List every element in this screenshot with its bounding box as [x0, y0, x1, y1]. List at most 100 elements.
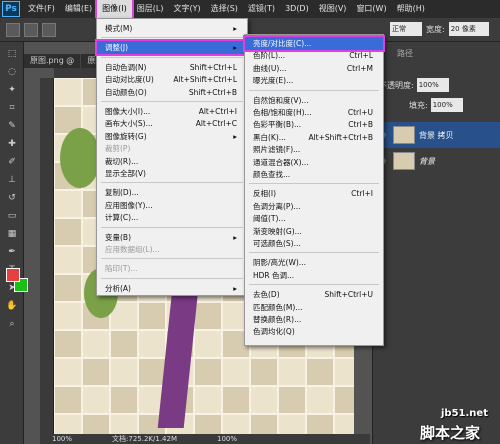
menu-item[interactable]: 可选颜色(S)...	[245, 237, 383, 250]
menu-item[interactable]: 色调均化(Q)	[245, 325, 383, 338]
crop-tool-icon[interactable]: ⌗	[4, 102, 20, 114]
menu-item[interactable]: 窗口(W)	[351, 0, 391, 18]
menu-item[interactable]: 显示全部(V)	[97, 167, 247, 180]
menu-item[interactable]: 自动颜色(O) Shift+Ctrl+B	[97, 86, 247, 99]
mode-select[interactable]: 正常	[390, 22, 422, 36]
layer-row[interactable]: ◉ 背景	[373, 148, 500, 174]
adjustments-submenu: 亮度/对比度(C)... 色阶(L)... Ctrl+L 曲线(U)... Ctrl+M…	[243, 34, 385, 346]
menu-item-label: 渐变映射(G)...	[253, 226, 302, 236]
puzzle-tile	[138, 302, 166, 330]
hand-tool-icon[interactable]: ✋	[4, 300, 20, 312]
menu-item[interactable]: 3D(D)	[280, 0, 314, 18]
menu-item[interactable]: 阴影/高光(W)...	[245, 256, 383, 269]
menu-item[interactable]: 自动色调(N) Shift+Ctrl+L	[97, 61, 247, 74]
menu-item[interactable]: 图层(L)	[132, 0, 169, 18]
menu-item[interactable]: 色相/饱和度(H)... Ctrl+U	[245, 106, 383, 119]
menu-item-label: 自动颜色(O)	[105, 87, 147, 97]
menu-item[interactable]: 计算(C)...	[97, 211, 247, 224]
menu-item[interactable]: 陷印(T)...	[97, 262, 247, 275]
menu-item-label: 通道混合器(X)...	[253, 157, 309, 167]
menu-item[interactable]: 自然饱和度(V)...	[245, 94, 383, 107]
puzzle-tile	[138, 330, 166, 358]
menu-item[interactable]: 阈值(T)...	[245, 212, 383, 225]
stamp-tool-icon[interactable]: ⊥	[4, 174, 20, 186]
menu-item[interactable]: 色调分离(P)...	[245, 200, 383, 213]
menu-item[interactable]: 帮助(H)	[392, 0, 430, 18]
menu-item[interactable]: 曝光度(E)...	[245, 74, 383, 87]
puzzle-tile	[82, 386, 110, 414]
menu-item[interactable]: 图像旋转(G) ▸	[97, 130, 247, 143]
menu-item[interactable]: 滤镜(T)	[243, 0, 280, 18]
menu-item[interactable]: 选择(S)	[206, 0, 243, 18]
status-bar: 100% 文档:725.2K/1.42M 100%	[40, 434, 370, 444]
image-menu-dropdown: 模式(M) ▸ 调整(J) ▸ 自动色调(N) Shift+Ctrl+L 自动对比度(U) A…	[95, 18, 249, 296]
menu-item[interactable]: 分析(A) ▸	[97, 282, 247, 295]
magic-wand-icon[interactable]: ✦	[4, 84, 20, 96]
menu-item[interactable]: 通道混合器(X)...	[245, 156, 383, 169]
zoom-tool-icon[interactable]: ⌕	[4, 318, 20, 330]
menu-item[interactable]: 色阶(L)... Ctrl+L	[245, 49, 383, 62]
watermark-text: 脚本之家	[420, 424, 481, 442]
menu-item-label: 色彩平衡(B)...	[253, 120, 302, 130]
menu-item[interactable]: 变量(B) ▸	[97, 231, 247, 244]
menu-item[interactable]: 编辑(E)	[60, 0, 97, 18]
menu-item-label: 去色(D)	[253, 290, 280, 300]
healing-brush-icon[interactable]: ✚	[4, 138, 20, 150]
menu-item[interactable]: 亮度/对比度(C)...	[243, 35, 385, 52]
menu-item[interactable]: 自动对比度(U) Alt+Shift+Ctrl+L	[97, 73, 247, 86]
menu-item[interactable]: 替换颜色(R)...	[245, 313, 383, 326]
menu-item[interactable]: 文件(F)	[23, 0, 60, 18]
opacity-input[interactable]: 100%	[416, 78, 449, 92]
layer-row[interactable]: ◉ 背景 拷贝	[373, 122, 500, 148]
menu-item[interactable]: 去色(D) Shift+Ctrl+U	[245, 288, 383, 301]
menu-item[interactable]: HDR 色调...	[245, 269, 383, 282]
menu-item[interactable]: 照片滤镜(F)...	[245, 143, 383, 156]
menu-item[interactable]: 渐变映射(G)...	[245, 225, 383, 238]
menu-item[interactable]: 裁剪(P)	[97, 142, 247, 155]
menu-item[interactable]: 图像(I)	[95, 0, 134, 20]
marquee-tool-icon[interactable]: ⬚	[4, 48, 20, 60]
menu-item[interactable]: 色彩平衡(B)... Ctrl+B	[245, 118, 383, 131]
menu-item[interactable]: 应用图像(Y)...	[97, 199, 247, 212]
submenu-arrow-icon: ▸	[233, 24, 237, 33]
doc-tab[interactable]: 原图.png @	[24, 54, 82, 68]
foreground-color-swatch[interactable]	[6, 268, 20, 282]
layer-thumbnail	[393, 152, 415, 170]
menu-item[interactable]: 图像大小(I)... Alt+Ctrl+I	[97, 105, 247, 118]
menu-item[interactable]: 裁切(R)...	[97, 155, 247, 168]
menu-item-shortcut: Shift+Ctrl+U	[324, 290, 373, 300]
menu-item-label: 黑白(K)...	[253, 132, 286, 142]
history-brush-icon[interactable]: ↺	[4, 192, 20, 204]
lasso-tool-icon[interactable]: ◌	[4, 66, 20, 78]
add-selection-icon[interactable]	[42, 22, 56, 37]
rect-marquee-icon[interactable]	[24, 22, 38, 37]
eraser-icon[interactable]: ▭	[4, 210, 20, 222]
gradient-tool-icon[interactable]: ▦	[4, 228, 20, 240]
document-info[interactable]: 文档:725.2K/1.42M	[112, 434, 177, 444]
menu-item[interactable]: 模式(M) ▸	[97, 22, 247, 35]
menu-item[interactable]: 曲线(U)... Ctrl+M	[245, 62, 383, 75]
brush-tool-icon[interactable]: ✐	[4, 156, 20, 168]
pen-tool-icon[interactable]: ✒	[4, 246, 20, 258]
puzzle-tile	[278, 386, 306, 414]
menu-item[interactable]: 调整(J) ▸	[95, 39, 249, 57]
layer-name: 背景	[419, 156, 435, 166]
menu-item[interactable]: 文字(Y)	[168, 0, 205, 18]
menu-item[interactable]: 应用数据组(L)...	[97, 243, 247, 256]
tool-preset-icon[interactable]	[6, 22, 20, 37]
submenu-arrow-icon: ▸	[233, 131, 237, 141]
fill-input[interactable]: 100%	[430, 98, 463, 112]
menu-item-shortcut: Ctrl+U	[347, 108, 373, 117]
menu-item[interactable]: 复制(D)...	[97, 186, 247, 199]
eyedropper-icon[interactable]: ✎	[4, 120, 20, 132]
tab-paths[interactable]: 路径	[397, 48, 413, 59]
menu-item[interactable]: 颜色查找...	[245, 168, 383, 181]
menu-item[interactable]: 匹配颜色(M)...	[245, 301, 383, 314]
width-input[interactable]: 20 像素	[448, 22, 489, 36]
menu-item[interactable]: 画布大小(S)... Alt+Ctrl+C	[97, 117, 247, 130]
menu-item[interactable]: 视图(V)	[314, 0, 352, 18]
menu-item[interactable]: 黑白(K)... Alt+Shift+Ctrl+B	[245, 131, 383, 144]
menu-item-label: 照片滤镜(F)...	[253, 145, 301, 155]
menu-item[interactable]: 反相(I) Ctrl+I	[245, 187, 383, 200]
puzzle-tile	[194, 302, 222, 330]
